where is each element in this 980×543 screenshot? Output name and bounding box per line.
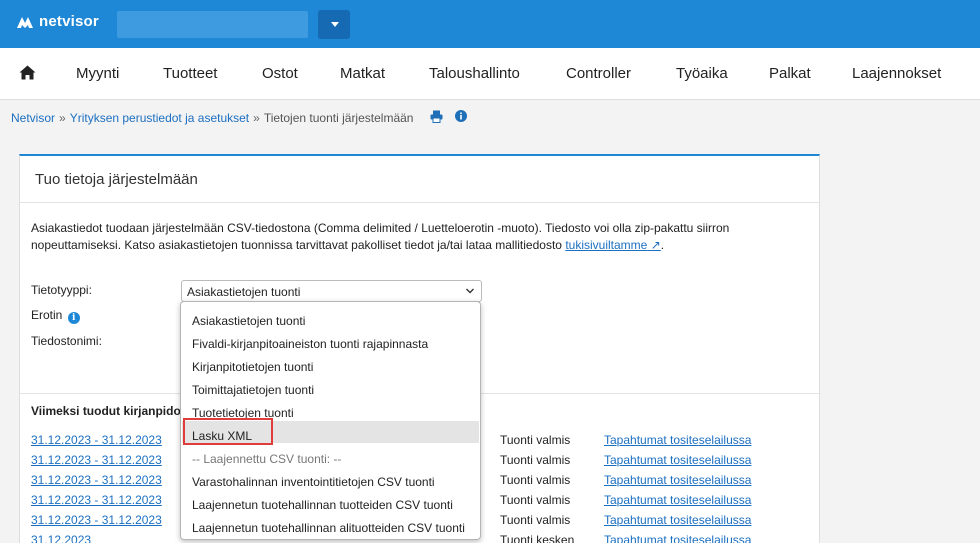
status-text: Tuonti valmis <box>500 473 571 487</box>
nav-item-palkat[interactable]: Palkat <box>769 65 811 82</box>
period-link[interactable]: 31.12.2023 - 31.12.2023 <box>31 453 162 467</box>
type-select-value: Asiakastietojen tuonti <box>187 285 301 299</box>
nav-item-matkat[interactable]: Matkat <box>340 65 385 82</box>
period-link[interactable]: 31.12.2023 - 31.12.2023 <box>31 473 162 487</box>
transactions-link[interactable]: Tapahtumat tositeselailussa <box>604 493 751 507</box>
dropdown-option[interactable]: Kirjanpitotietojen tuonti <box>182 352 479 374</box>
filename-label: Tiedostonimi: <box>31 334 102 348</box>
info-icon[interactable] <box>455 110 467 125</box>
separator-field: Erotin i <box>31 308 80 324</box>
breadcrumb-current: Tietojen tuonti järjestelmään <box>263 111 414 125</box>
transactions-link[interactable]: Tapahtumat tositeselailussa <box>604 453 751 467</box>
brand-name: netvisor <box>39 13 99 30</box>
nav-item-ostot[interactable]: Ostot <box>262 65 298 82</box>
dropdown-option[interactable]: Toimittajatietojen tuonti <box>182 375 479 397</box>
dropdown-option[interactable]: Tuotetietojen tuonti <box>182 398 479 420</box>
transactions-link[interactable]: Tapahtumat tositeselailussa <box>604 433 751 447</box>
dropdown-option[interactable]: Laajennetun tuotehallinnan alituotteiden… <box>182 513 479 535</box>
nav-item-controller[interactable]: Controller <box>566 65 631 82</box>
dropdown-option[interactable]: Laajennetun tuotehallinnan tuotteiden CS… <box>182 490 479 512</box>
netvisor-logo[interactable]: netvisor <box>16 13 99 30</box>
breadcrumb-separator: » <box>253 111 260 125</box>
status-text: Tuonti valmis <box>500 513 571 527</box>
breadcrumb: Netvisor » Yrityksen perustiedot ja aset… <box>11 111 413 125</box>
highlight-box <box>183 418 273 445</box>
company-dropdown-button[interactable] <box>318 10 350 39</box>
recent-imports-title: Viimeksi tuodut kirjanpido <box>31 404 181 418</box>
transactions-link[interactable]: Tapahtumat tositeselailussa <box>604 533 751 543</box>
transactions-link[interactable]: Tapahtumat tositeselailussa <box>604 473 751 487</box>
description: Asiakastiedot tuodaan järjestelmään CSV-… <box>31 221 730 252</box>
type-select[interactable]: Asiakastietojen tuonti <box>181 280 482 302</box>
period-link[interactable]: 31.12.2023 <box>31 533 91 543</box>
type-label: Tietotyyppi: <box>31 283 92 297</box>
dropdown-option[interactable]: Varastohalinnan inventointitietojen CSV … <box>182 467 479 489</box>
status-text: Tuonti valmis <box>500 493 571 507</box>
separator-info-icon[interactable]: i <box>67 312 80 324</box>
support-link[interactable]: tukisivuiltamme ↗ <box>565 238 660 252</box>
panel-title: Tuo tietoja järjestelmään <box>35 171 198 188</box>
dropdown-option[interactable]: Fivaldi-kirjanpitoaineiston tuonti rajap… <box>182 329 479 351</box>
chevron-down-icon <box>465 285 475 299</box>
breadcrumb-netvisor[interactable]: Netvisor <box>11 111 55 125</box>
period-link[interactable]: 31.12.2023 - 31.12.2023 <box>31 433 162 447</box>
period-link[interactable]: 31.12.2023 - 31.12.2023 <box>31 493 162 507</box>
home-icon[interactable] <box>19 65 36 83</box>
nav-item-taloushallinto[interactable]: Taloushallinto <box>429 65 520 82</box>
main-nav: Myynti Tuotteet Ostot Matkat Taloushalli… <box>0 48 980 100</box>
transactions-link[interactable]: Tapahtumat tositeselailussa <box>604 513 751 527</box>
status-text: Tuonti kesken <box>500 533 575 543</box>
company-selector[interactable] <box>117 11 308 38</box>
breadcrumb-separator: » <box>59 111 66 125</box>
nav-item-laajennokset[interactable]: Laajennokset <box>852 65 941 82</box>
status-text: Tuonti valmis <box>500 453 571 467</box>
separator-label: Erotin <box>31 308 63 322</box>
period-link[interactable]: 31.12.2023 - 31.12.2023 <box>31 513 162 527</box>
netvisor-logo-icon <box>17 16 33 28</box>
nav-item-tyoaika[interactable]: Työaika <box>676 65 728 82</box>
status-text: Tuonti valmis <box>500 433 571 447</box>
divider <box>20 202 819 203</box>
external-link-icon: ↗ <box>650 238 661 252</box>
dropdown-group-header: -- Laajennettu CSV tuonti: -- <box>192 452 342 466</box>
top-bar: netvisor <box>0 0 980 48</box>
print-icon[interactable] <box>430 110 443 126</box>
nav-item-tuotteet[interactable]: Tuotteet <box>163 65 217 82</box>
nav-item-myynti[interactable]: Myynti <box>76 65 119 82</box>
dropdown-option[interactable]: Asiakastietojen tuonti <box>182 306 479 328</box>
support-link-label: tukisivuiltamme <box>565 238 648 252</box>
breadcrumb-company-settings[interactable]: Yrityksen perustiedot ja asetukset <box>70 111 249 125</box>
